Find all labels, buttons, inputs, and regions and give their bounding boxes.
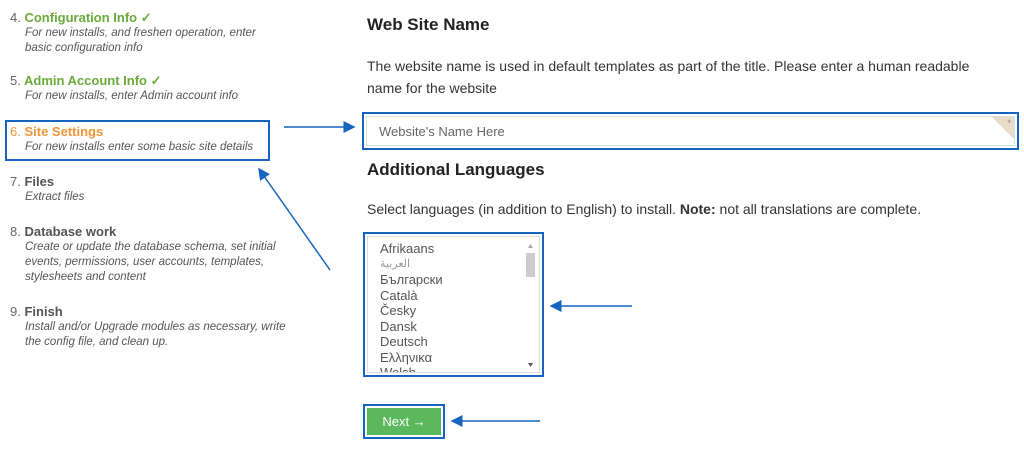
arrow-to-site-settings <box>258 167 331 271</box>
annotation-arrows <box>258 121 632 427</box>
